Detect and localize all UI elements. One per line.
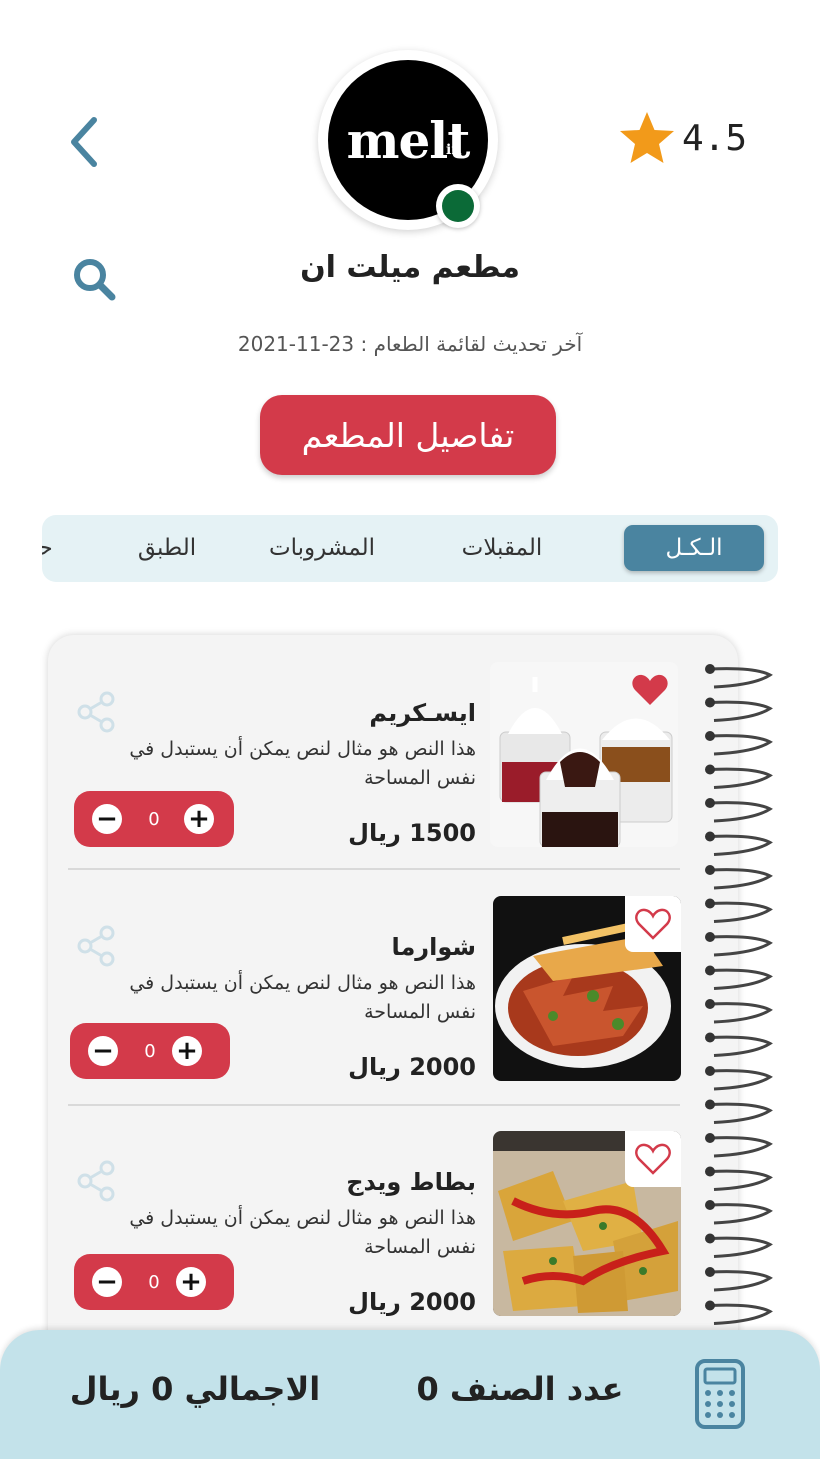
favorite-button[interactable]	[625, 1131, 681, 1187]
item-image	[493, 1131, 681, 1316]
increment-button[interactable]: +	[184, 804, 214, 834]
binding-ring	[705, 1267, 773, 1292]
binding-ring	[705, 798, 773, 823]
search-button[interactable]	[70, 255, 120, 305]
minus-icon: −	[92, 1036, 114, 1066]
calculator-button[interactable]	[694, 1358, 746, 1430]
share-icon	[77, 691, 115, 733]
decrement-button[interactable]: −	[92, 1267, 122, 1297]
quantity-stepper: − 0 +	[74, 1254, 234, 1310]
binding-ring	[705, 1066, 773, 1091]
tab-drinks[interactable]: المشروبات	[252, 525, 392, 571]
share-icon	[77, 1160, 115, 1202]
item-description: هذا النص هو مثال لنص يمكن أن يستبدل في ن…	[129, 738, 476, 789]
tab-main-dish[interactable]: الطبق	[122, 525, 212, 571]
binding-ring	[705, 831, 773, 856]
plus-icon: +	[180, 1267, 202, 1297]
menu-item: بطاط ويدج هذا النص هو مثال لنص يمكن أن ي…	[48, 1126, 738, 1326]
item-price: 2000 ريال	[348, 1288, 476, 1316]
quantity-stepper: − 0 +	[70, 1023, 230, 1079]
increment-button[interactable]: +	[176, 1267, 206, 1297]
binding-ring	[705, 898, 773, 923]
item-image	[490, 662, 678, 847]
favorite-button[interactable]	[625, 896, 681, 952]
rating-value: 4.5	[682, 117, 748, 159]
menu-card: ايسـكريم هذا النص هو مثال لنص يمكن أن يس…	[48, 635, 738, 1395]
binding-ring	[705, 664, 773, 689]
menu-last-updated: آخر تحديث لقائمة الطعام : 23-11-2021	[237, 332, 583, 356]
binding-ring	[705, 865, 773, 890]
rating: 4.5	[618, 108, 747, 168]
item-price: 2000 ريال	[348, 1053, 476, 1081]
logo-sub: in	[446, 142, 462, 158]
back-button[interactable]	[62, 112, 112, 172]
binding-ring	[705, 1099, 773, 1124]
tab-appetizers[interactable]: المقبلات	[442, 525, 562, 571]
item-divider	[68, 868, 680, 870]
calculator-icon	[695, 1359, 745, 1429]
favorite-button[interactable]	[622, 662, 678, 718]
share-button[interactable]	[76, 925, 116, 967]
plus-icon: +	[176, 1036, 198, 1066]
star-icon	[620, 112, 674, 163]
quantity-value: 0	[144, 1040, 156, 1062]
search-icon	[74, 259, 116, 301]
menu-item: ايسـكريم هذا النص هو مثال لنص يمكن أن يس…	[48, 657, 738, 857]
quantity-value: 0	[148, 808, 160, 830]
notebook-spiral-binding	[705, 664, 773, 1325]
binding-ring	[705, 1200, 773, 1225]
binding-ring	[705, 731, 773, 756]
item-name: بطاط ويدج	[346, 1168, 476, 1196]
item-description: هذا النص هو مثال لنص يمكن أن يستبدل في ن…	[129, 972, 476, 1023]
online-status-dot	[436, 184, 480, 228]
menu-item: شوارما هذا النص هو مثال لنص يمكن أن يستب…	[48, 891, 738, 1091]
logo-text: melt	[346, 110, 471, 170]
restaurant-details-button[interactable]: تفاصيل المطعم	[260, 395, 556, 475]
quantity-stepper: − 0 +	[74, 791, 234, 847]
binding-ring	[705, 1133, 773, 1158]
share-button[interactable]	[76, 1160, 116, 1202]
binding-ring	[705, 932, 773, 957]
heart-outline-icon	[635, 1143, 671, 1175]
tab-desserts[interactable]: حلويات	[42, 525, 74, 571]
item-image	[493, 896, 681, 1081]
heart-outline-icon	[635, 908, 671, 940]
minus-icon: −	[96, 1267, 118, 1297]
cart-total: الاجمالي 0 ريال	[69, 1370, 321, 1408]
share-button[interactable]	[76, 691, 116, 733]
binding-ring	[705, 1032, 773, 1057]
tab-all[interactable]: الـكـل	[624, 525, 764, 571]
category-tabs: الـكـل المقبلات المشروبات الطبق حلويات	[42, 515, 778, 582]
binding-ring	[705, 697, 773, 722]
share-icon	[77, 925, 115, 967]
item-name: ايسـكريم	[369, 699, 476, 727]
item-price: 1500 ريال	[348, 819, 476, 847]
item-count: عدد الصنف 0	[416, 1370, 624, 1408]
minus-icon: −	[96, 804, 118, 834]
binding-ring	[705, 1166, 773, 1191]
binding-ring	[705, 1233, 773, 1258]
heart-filled-icon	[632, 674, 668, 705]
increment-button[interactable]: +	[172, 1036, 202, 1066]
item-divider	[68, 1104, 680, 1106]
decrement-button[interactable]: −	[88, 1036, 118, 1066]
quantity-value: 0	[148, 1271, 160, 1293]
plus-icon: +	[188, 804, 210, 834]
binding-ring	[705, 965, 773, 990]
binding-ring	[705, 764, 773, 789]
binding-ring	[705, 999, 773, 1024]
restaurant-name: مطعم ميلت ان	[300, 250, 520, 285]
decrement-button[interactable]: −	[92, 804, 122, 834]
binding-ring	[705, 1300, 773, 1325]
chevron-left-icon	[71, 117, 97, 167]
item-name: شوارما	[391, 933, 476, 961]
